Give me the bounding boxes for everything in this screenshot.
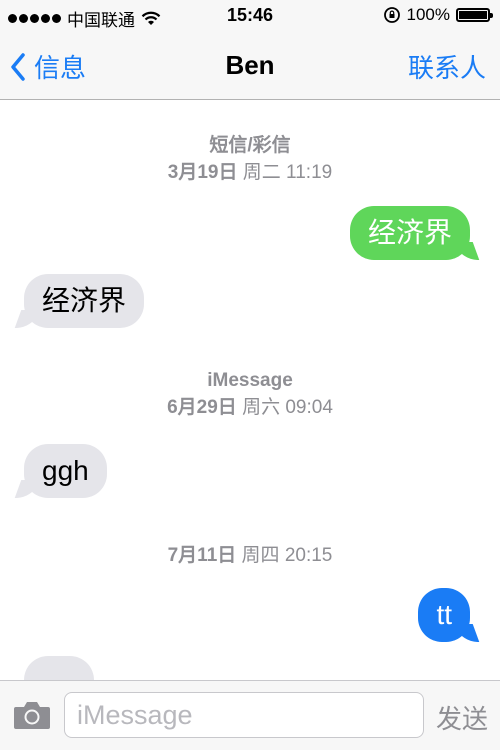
message-text: ggh (42, 455, 89, 486)
send-button[interactable]: 发送 (436, 699, 488, 736)
nav-bar: 信息 Ben 联系人 (0, 32, 500, 100)
status-right: 100% (383, 5, 493, 25)
timestamp: 6月29日 周六 09:04 (167, 397, 333, 418)
timestamp-group: iMessage 6月29日 周六 09:04 (0, 370, 500, 419)
message-text: tt (436, 599, 452, 630)
input-bar: 发送 (0, 680, 500, 750)
camera-icon (14, 702, 50, 729)
message-text: 经济界 (367, 217, 452, 248)
status-bar: 中国联通 15:46 100% (0, 0, 500, 32)
battery-icon (456, 8, 493, 22)
outgoing-message-bubble[interactable]: tt (418, 588, 470, 642)
service-label: 短信/彩信 (209, 135, 291, 156)
timestamp: 3月19日 周二 11:19 (167, 162, 333, 183)
contact-button[interactable]: 联系人 (408, 48, 486, 85)
battery-percent: 100% (406, 5, 450, 24)
incoming-message-bubble[interactable]: 经济界 (24, 274, 145, 328)
incoming-message-bubble[interactable] (24, 656, 94, 680)
incoming-message-bubble[interactable]: ggh (24, 444, 107, 498)
rotation-lock-icon (383, 7, 400, 23)
message-list[interactable]: 短信/彩信 3月19日 周二 11:19 经济界 经济界 iMessage 6月… (0, 100, 500, 680)
outgoing-message-bubble[interactable]: 经济界 (349, 206, 470, 260)
timestamp-group: 7月11日 周四 20:15 (0, 540, 500, 567)
camera-button[interactable] (12, 699, 52, 736)
timestamp: 7月11日 周四 20:15 (167, 545, 333, 566)
message-input[interactable] (64, 692, 424, 738)
message-text: 经济界 (42, 285, 127, 316)
timestamp-group: 短信/彩信 3月19日 周二 11:19 (0, 130, 500, 184)
service-label: iMessage (207, 370, 293, 391)
